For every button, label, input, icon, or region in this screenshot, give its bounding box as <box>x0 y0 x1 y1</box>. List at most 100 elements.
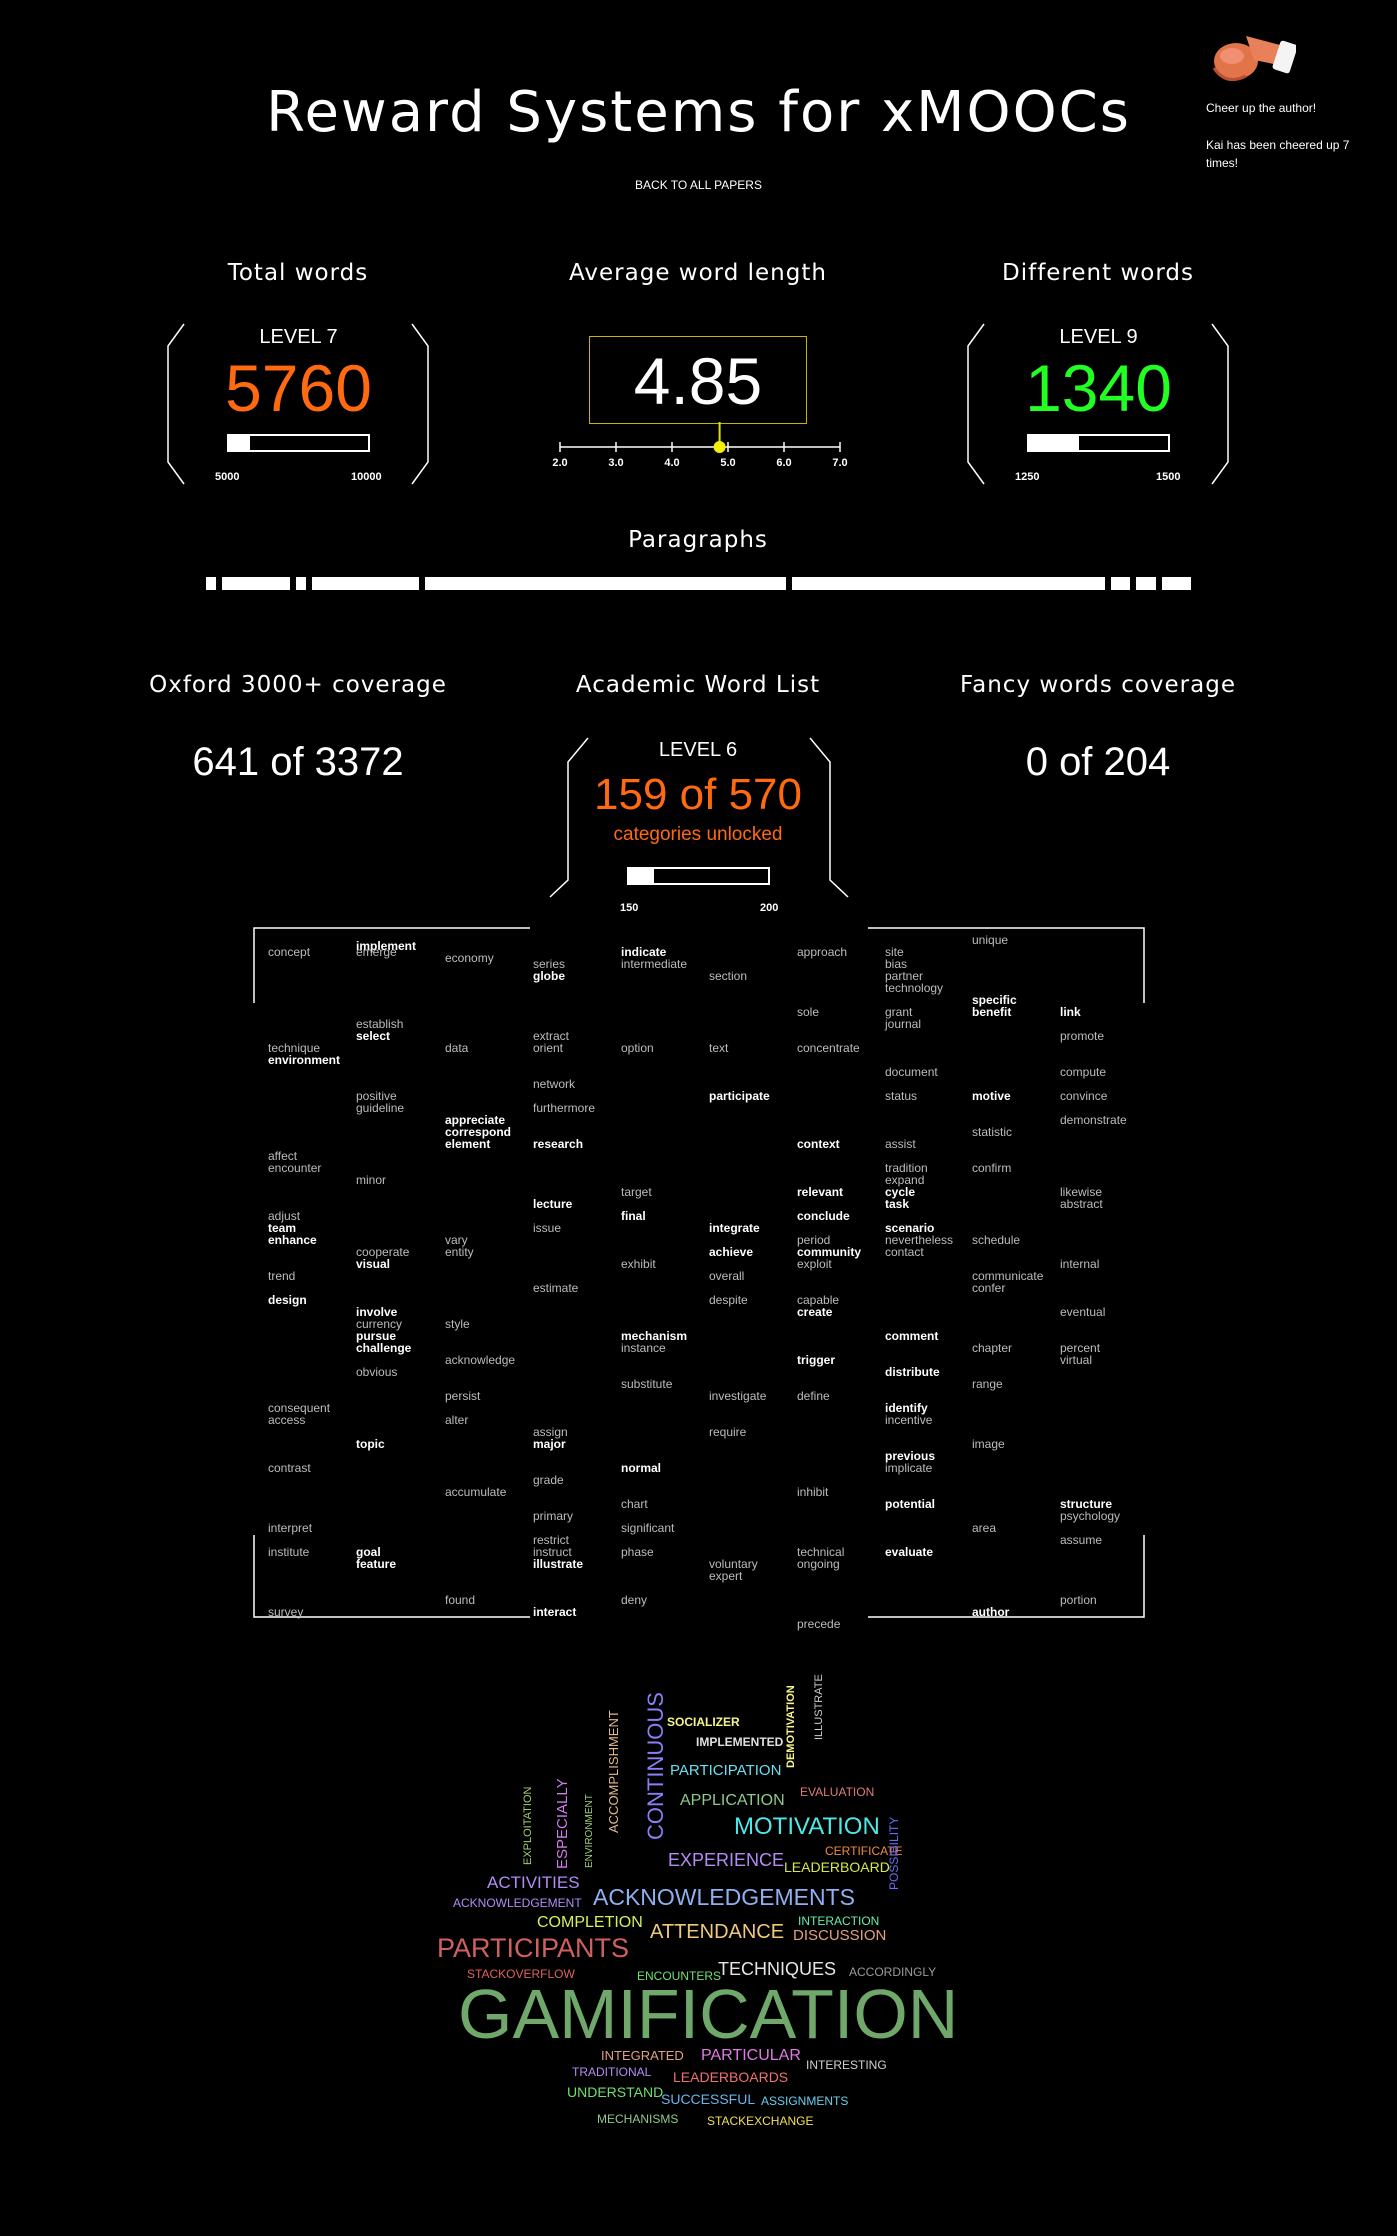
word-grid-item: intermediate <box>621 957 688 971</box>
word-grid-item: substitute <box>621 1377 673 1391</box>
word-grid-item: final <box>621 1209 646 1223</box>
paragraph-segment <box>311 577 420 590</box>
word-cloud-term: MOTIVATION <box>734 1813 880 1840</box>
word-grid-item: statistic <box>972 1125 1013 1139</box>
word-grid-item: relevant <box>797 1185 844 1199</box>
word-grid-item: primary <box>533 1509 574 1523</box>
word-cloud-term: MECHANISMS <box>597 2112 679 2126</box>
awl-min: 150 <box>620 902 639 914</box>
word-grid-item: overall <box>709 1269 745 1283</box>
word-cloud-term: LEADERBOARD <box>784 1859 890 1875</box>
word-cloud-term: ACKNOWLEDGEMENTS <box>593 1884 855 1910</box>
word-grid-item: benefit <box>972 1005 1012 1019</box>
word-grid-item: visual <box>356 1257 391 1271</box>
word-grid-item: psychology <box>1060 1509 1121 1523</box>
word-grid-item: promote <box>1060 1029 1105 1043</box>
word-grid-item: trend <box>268 1269 296 1283</box>
awl-max: 200 <box>760 902 779 914</box>
word-grid-item: chart <box>621 1497 648 1511</box>
different-words-value: 1340 <box>1025 351 1172 425</box>
word-cloud-term: APPLICATION <box>680 1792 785 1809</box>
word-grid-item: found <box>445 1593 476 1607</box>
word-grid-item: contrast <box>268 1461 311 1475</box>
word-grid-item: deny <box>621 1593 648 1607</box>
word-grid-item: distribute <box>885 1365 940 1379</box>
word-grid-item: text <box>709 1041 729 1055</box>
word-cloud-term: PARTICIPATION <box>670 1762 782 1779</box>
word-grid-item: potential <box>885 1497 935 1511</box>
paragraph-segment <box>221 577 291 590</box>
word-grid-item: portion <box>1060 1593 1097 1607</box>
word-grid-item: virtual <box>1060 1353 1093 1367</box>
total-words-progress <box>227 434 370 452</box>
awl-subtitle: categories unlocked <box>613 824 783 845</box>
word-grid-item: illustrate <box>533 1557 584 1571</box>
word-grid-item: network <box>533 1077 576 1091</box>
different-words-min: 1250 <box>1015 471 1040 483</box>
word-grid-item: approach <box>797 945 848 959</box>
word-cloud-term: PARTICIPANTS <box>437 1933 630 1963</box>
word-grid-item: entity <box>445 1245 474 1259</box>
word-grid-item: exploit <box>797 1257 832 1271</box>
word-grid-item: require <box>709 1425 747 1439</box>
word-grid-item: range <box>972 1377 1003 1391</box>
word-grid-item: institute <box>268 1545 310 1559</box>
scale-tick-label: 6.0 <box>776 457 791 469</box>
scale-tick-label: 4.0 <box>664 457 679 469</box>
word-grid-item: contact <box>885 1245 924 1259</box>
clapping-hands-icon[interactable] <box>1206 16 1296 100</box>
word-grid-item: despite <box>709 1293 748 1307</box>
word-grid-item: topic <box>356 1437 385 1451</box>
word-grid-item: sole <box>797 1005 820 1019</box>
word-grid-item: document <box>885 1065 938 1079</box>
different-words-level: LEVEL 9 <box>1059 326 1138 348</box>
word-grid-item: section <box>709 969 748 983</box>
paragraph-segment <box>425 577 787 590</box>
word-grid-item: normal <box>621 1461 662 1475</box>
word-cloud-term: POSSIBILITY <box>887 1816 901 1890</box>
paragraph-segment <box>296 577 306 590</box>
word-grid-item: status <box>885 1089 918 1103</box>
word-grid-item: confer <box>972 1281 1006 1295</box>
awl-level: LEVEL 6 <box>658 739 738 761</box>
paragraph-segment <box>1110 577 1131 590</box>
word-cloud-term: INTEGRATED <box>601 2048 684 2063</box>
paragraph-segment <box>1161 577 1191 590</box>
word-grid-item: enhance <box>268 1233 317 1247</box>
word-grid-item: create <box>797 1305 833 1319</box>
scale-tick-label: 2.0 <box>552 457 567 469</box>
word-grid-item: define <box>797 1389 830 1403</box>
oxford-coverage-value: 641 of 3372 <box>192 740 404 784</box>
word-cloud-term: SOCIALIZER <box>667 1715 740 1729</box>
word-cloud-term: STACKEXCHANGE <box>707 2114 814 2128</box>
back-to-all-papers-link[interactable]: BACK TO ALL PAPERS <box>0 178 1397 192</box>
word-cloud-term: INTERESTING <box>806 2058 887 2072</box>
paragraph-segment <box>792 577 1105 590</box>
word-cloud-term: ATTENDANCE <box>650 1921 785 1943</box>
paragraph-segment <box>1136 577 1156 590</box>
word-grid-item: assist <box>885 1137 916 1151</box>
total-words-max: 10000 <box>351 471 382 483</box>
total-words-level: LEVEL 7 <box>259 326 338 348</box>
scale-tick-label: 3.0 <box>608 457 623 469</box>
word-cloud-term: ACCOMPLISHMENT <box>606 1710 621 1833</box>
word-grid-item: task <box>885 1197 910 1211</box>
word-grid-item: unique <box>972 933 1009 947</box>
cheer-author-button[interactable]: Cheer up the author! <box>1206 101 1316 115</box>
avg-word-length-value: 4.85 <box>589 336 807 424</box>
word-grid-item: issue <box>533 1221 562 1235</box>
word-grid-item: significant <box>621 1521 675 1535</box>
word-grid-item: globe <box>533 969 565 983</box>
word-grid-item: alter <box>445 1413 469 1427</box>
word-cloud-term: PARTICULAR <box>701 2047 801 2064</box>
word-cloud-term: EXPERIENCE <box>668 1850 785 1870</box>
word-grid-item: inhibit <box>797 1485 829 1499</box>
word-grid-item: interpret <box>268 1521 313 1535</box>
word-grid-item: journal <box>885 1017 922 1031</box>
awl-progress <box>627 867 770 885</box>
different-words-title: Different words <box>1002 260 1194 286</box>
word-grid-item: concept <box>268 945 311 959</box>
word-grid-item: instance <box>621 1341 666 1355</box>
word-grid-item: trigger <box>797 1353 836 1367</box>
word-grid-item: select <box>356 1029 391 1043</box>
